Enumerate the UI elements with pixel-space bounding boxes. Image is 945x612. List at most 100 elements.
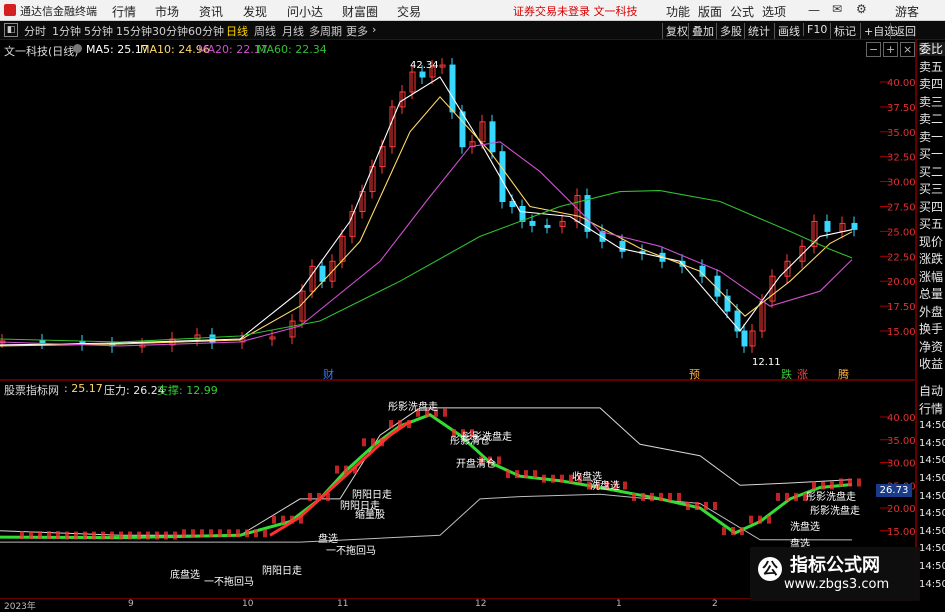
tab-60min[interactable]: 60分钟	[188, 23, 224, 39]
function-button[interactable]: 功能	[666, 3, 690, 20]
signal-label: 缩量股	[355, 510, 385, 521]
message-icon[interactable]: ✉	[832, 2, 842, 16]
sidebar-bottom-item[interactable]: 自动	[919, 384, 945, 398]
tab-intraday[interactable]: 分时	[24, 23, 46, 39]
tab-30min[interactable]: 30分钟	[152, 23, 188, 39]
login-notice[interactable]: 证券交易未登录 文一科技	[513, 3, 638, 19]
sidebar-bottom-item[interactable]: 14:50	[919, 472, 945, 486]
adjust-button[interactable]: 复权	[662, 23, 691, 39]
tab-weekly[interactable]: 周线	[254, 23, 276, 39]
sidebar-item[interactable]: 买三	[919, 182, 945, 196]
sidebar-bottom-item[interactable]: 行情	[919, 402, 945, 416]
sidebar-item[interactable]: 净资	[919, 340, 945, 354]
sidebar-item[interactable]: 买二	[919, 165, 945, 179]
minimize-icon[interactable]: —	[808, 3, 820, 17]
signal-bar	[38, 531, 42, 540]
signal-bar	[542, 474, 546, 483]
sidebar-item[interactable]: 收益	[919, 357, 945, 371]
menu-item-discover[interactable]: 发现	[243, 3, 267, 20]
candle-body	[619, 240, 626, 252]
signal-bar	[29, 531, 33, 540]
settings-icon[interactable]: ⚙	[856, 2, 867, 16]
draw-line-button[interactable]: 画线	[774, 23, 803, 39]
chart-settings-icon[interactable]	[73, 44, 82, 53]
title-bar: 通达信金融终端 行情 市场 资讯 发现 问小达 财富圈 交易 证券交易未登录 文…	[0, 0, 945, 21]
signal-bar	[209, 529, 213, 538]
sidebar-bottom-item[interactable]: 14:50	[919, 560, 945, 574]
signal-bar	[263, 529, 267, 538]
sidebar-bottom-item[interactable]: 14:50	[919, 419, 945, 433]
sidebar-item[interactable]: 换手	[919, 322, 945, 336]
candle-body	[489, 121, 496, 153]
sidebar-item[interactable]: 买四	[919, 200, 945, 214]
tab-multi[interactable]: 多周期	[309, 23, 342, 39]
close-icon[interactable]: ×	[900, 42, 916, 57]
formula-button[interactable]: 公式	[730, 3, 754, 20]
signal-bar	[776, 492, 780, 501]
sidebar-bottom-item[interactable]: 14:50	[919, 454, 945, 468]
overlay-button[interactable]: 叠加	[688, 23, 717, 39]
signal-bar	[200, 529, 204, 538]
signal-bar	[848, 478, 852, 487]
sidebar-item[interactable]: 卖一	[919, 130, 945, 144]
menu-item-ask[interactable]: 问小达	[287, 3, 323, 20]
chevron-right-icon[interactable]: ›	[372, 23, 376, 36]
tab-more[interactable]: 更多	[346, 23, 368, 39]
signal-label: 洗盘选	[590, 481, 620, 492]
candle-body	[39, 340, 46, 344]
signal-bar	[515, 470, 519, 479]
signal-bar	[290, 515, 294, 524]
signal-bar	[218, 529, 222, 538]
signal-label: 阴阳日走	[262, 566, 302, 577]
signal-bar	[299, 515, 303, 524]
sidebar-item[interactable]: 总量	[919, 287, 945, 301]
signal-bar	[326, 492, 330, 501]
sidebar-item[interactable]: 卖三	[919, 95, 945, 109]
sidebar-item[interactable]: 卖五	[919, 60, 945, 74]
back-button[interactable]: 返回	[890, 23, 919, 39]
tab-15min[interactable]: 15分钟	[116, 23, 152, 39]
collapse-icon[interactable]: ◧	[4, 23, 18, 37]
sidebar-item[interactable]: 买五	[919, 217, 945, 231]
tab-5min[interactable]: 5分钟	[84, 23, 113, 39]
options-button[interactable]: 选项	[762, 3, 786, 20]
signal-label: 底盘选	[170, 570, 200, 581]
sidebar-bottom-item[interactable]: 14:50	[919, 490, 945, 504]
f10-button[interactable]: F10	[803, 23, 830, 36]
candlestick-chart[interactable]: 40.00 37.50 35.00 32.50 30.00 27.50 25.00 22.50…	[0, 40, 916, 380]
sidebar-item[interactable]: 涨幅	[919, 270, 945, 284]
menu-item-news[interactable]: 资讯	[199, 3, 223, 20]
signal-bar	[164, 531, 168, 540]
menu-item-trade[interactable]: 交易	[397, 3, 421, 20]
menu-item-markets[interactable]: 市场	[155, 3, 179, 20]
menu-item-wealth[interactable]: 财富圈	[342, 3, 378, 20]
sidebar-item[interactable]: 外盘	[919, 305, 945, 319]
sidebar-bottom-item[interactable]: 14:50	[919, 437, 945, 451]
stats-button[interactable]: 统计	[744, 23, 773, 39]
signal-bar	[857, 478, 861, 487]
mark-button[interactable]: 标记	[830, 23, 859, 39]
tab-monthly[interactable]: 月线	[282, 23, 304, 39]
sidebar-item[interactable]: 卖四	[919, 77, 945, 91]
zoom-out-icon[interactable]: −	[866, 42, 882, 57]
signal-bar	[20, 531, 24, 540]
sidebar-item[interactable]: 卖二	[919, 112, 945, 126]
layout-button[interactable]: 版面	[698, 3, 722, 20]
sidebar-item[interactable]: 买一	[919, 147, 945, 161]
signal-bar	[794, 492, 798, 501]
sidebar-item[interactable]: 涨跌	[919, 252, 945, 266]
multi-stock-button[interactable]: 多股	[716, 23, 745, 39]
menu-item-market[interactable]: 行情	[112, 3, 136, 20]
tab-1min[interactable]: 1分钟	[52, 23, 81, 39]
sidebar-bottom-item[interactable]: 14:50	[919, 542, 945, 556]
sidebar-bottom-item[interactable]: 14:50	[919, 578, 945, 592]
sidebar-bottom-item[interactable]: 14:50	[919, 507, 945, 521]
sidebar-item[interactable]: 委比	[919, 42, 945, 56]
price-tick-label: 40.00	[887, 78, 916, 89]
sidebar-item[interactable]: 现价	[919, 235, 945, 249]
tab-daily[interactable]: 日线	[226, 23, 248, 39]
zoom-in-icon[interactable]: +	[883, 42, 899, 57]
guest-button[interactable]: 游客	[895, 3, 919, 20]
signal-bar	[155, 531, 159, 540]
sidebar-bottom-item[interactable]: 14:50	[919, 525, 945, 539]
